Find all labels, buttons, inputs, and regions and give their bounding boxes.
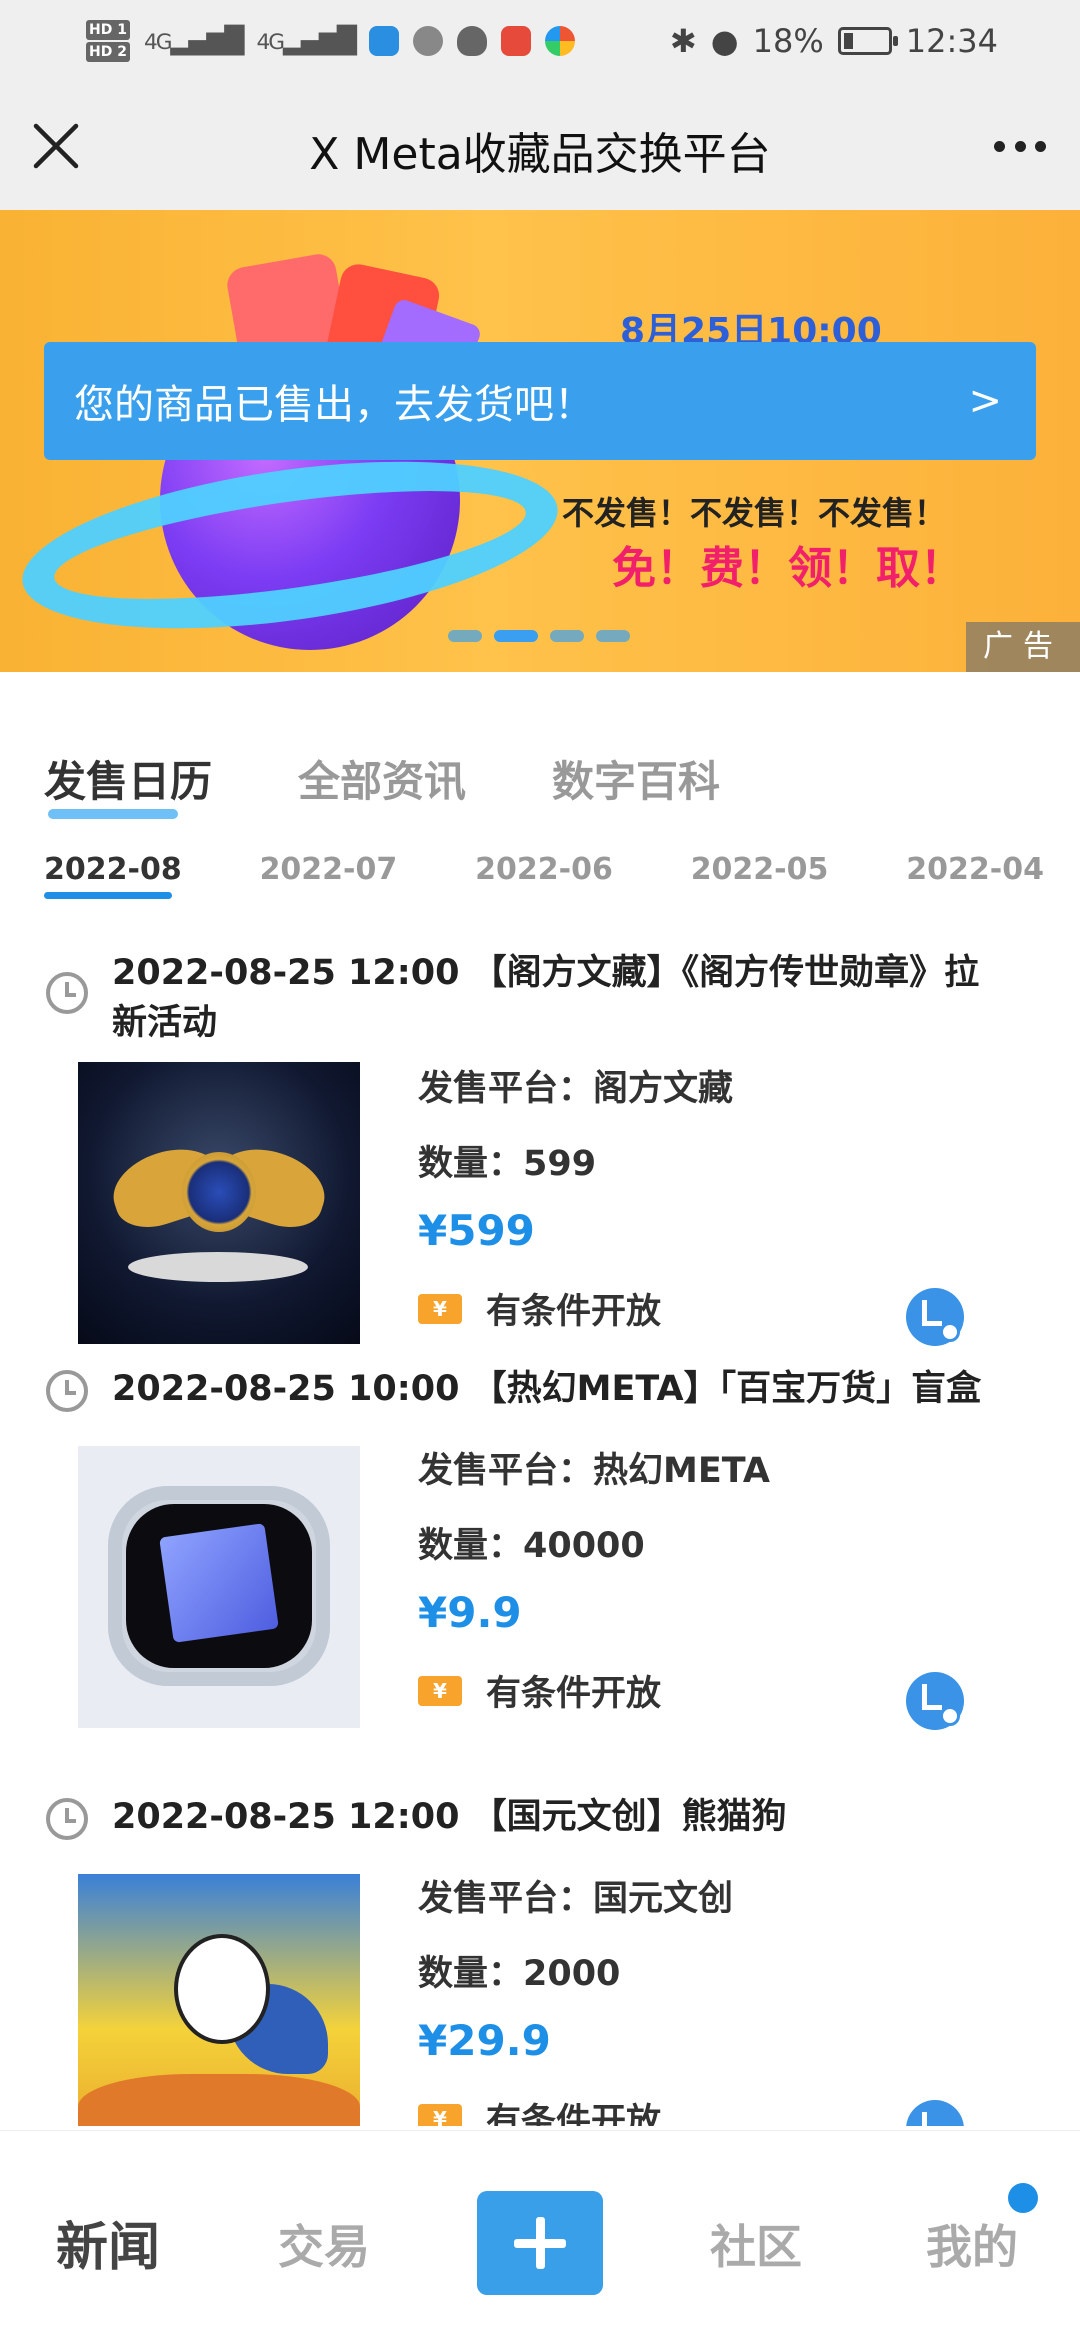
- item-info: 发售平台：国元文创 数量：2000 ¥29.9 ¥ 有条件开放: [418, 1870, 733, 2126]
- medal-shape: [182, 1152, 256, 1232]
- item-quantity: 数量：40000: [418, 1526, 645, 1566]
- item-info: 发售平台：热幻META 数量：40000 ¥9.9 ¥ 有条件开放: [418, 1442, 770, 1716]
- sold-notice-text: 您的商品已售出，去发货吧！: [74, 382, 594, 428]
- ad-label: 广告: [966, 622, 1080, 672]
- ticket-icon: ¥: [418, 1675, 462, 1706]
- hd1-label: HD 1: [86, 20, 130, 40]
- nav-trade[interactable]: 交易: [278, 2211, 370, 2277]
- tab-digital-wiki[interactable]: 数字百科: [552, 748, 720, 809]
- carousel-indicators: [448, 630, 630, 642]
- carousel-dot-active[interactable]: [494, 630, 538, 642]
- release-list: 2022-08-25 12:00 【阁方文藏】《阁方传世勋章》拉新活动 发售平台…: [0, 930, 1080, 2126]
- bottom-nav: 新闻 交易 社区 我的: [0, 2130, 1080, 2340]
- bluetooth-icon: ✱: [669, 22, 697, 60]
- title-bar: X Meta收藏品交换平台: [0, 82, 1080, 210]
- nav-community[interactable]: 社区: [710, 2211, 802, 2277]
- app-notification-icon: [369, 26, 400, 56]
- item-price: ¥599: [418, 1206, 535, 1255]
- banner-line-1: 不发售！不发售！不发售！: [562, 494, 947, 532]
- hd-indicators: HD 1 HD 2: [86, 19, 130, 63]
- item-quantity: 数量：599: [418, 1144, 597, 1184]
- hd2-label: HD 2: [86, 42, 130, 62]
- notification-dot: [1008, 2183, 1038, 2213]
- ticket-icon: ¥: [418, 1293, 462, 1324]
- clock-icon: [46, 972, 88, 1014]
- month-tab-2022-08[interactable]: 2022-08: [44, 852, 182, 899]
- carousel-dot[interactable]: [596, 630, 630, 642]
- item-price: ¥29.9: [418, 2016, 551, 2065]
- status-right: ✱ ● 18% 12:34: [670, 22, 998, 60]
- message-icon: [413, 26, 444, 56]
- condition-label: 有条件开放: [486, 1674, 662, 1714]
- signal-icon-1: 4G▂▄▆█: [143, 26, 245, 56]
- add-reminder-icon[interactable]: [906, 2100, 964, 2126]
- add-reminder-icon[interactable]: [906, 1288, 964, 1346]
- browser-icon: [545, 26, 576, 56]
- nav-news[interactable]: 新闻: [56, 2205, 160, 2280]
- clock-icon: [46, 1798, 88, 1840]
- item-platform: 发售平台：热幻META: [418, 1451, 770, 1491]
- category-tabs: 发售日历 全部资讯 数字百科: [44, 748, 720, 819]
- location-icon: ●: [710, 22, 739, 60]
- carousel-dot[interactable]: [550, 630, 584, 642]
- clock-icon: [46, 1370, 88, 1412]
- pedestal-shape: [128, 1252, 308, 1282]
- item-title: 2022-08-25 10:00 【热幻META】「百宝万货」盲盒: [112, 1369, 982, 1409]
- page-title: X Meta收藏品交换平台: [309, 129, 771, 180]
- banner-line-2: 免！费！领！取！: [612, 543, 964, 594]
- item-title: 2022-08-25 12:00 【阁方文藏】《阁方传世勋章》拉新活动: [112, 953, 980, 1043]
- add-reminder-icon[interactable]: [906, 1672, 964, 1730]
- item-price: ¥9.9: [418, 1588, 522, 1637]
- more-icon[interactable]: [990, 122, 1050, 170]
- ticket-icon: ¥: [418, 2103, 462, 2126]
- app-icon: [501, 26, 532, 56]
- battery-icon: [837, 27, 898, 55]
- signal-icon-2: 4G▂▄▆█: [256, 26, 358, 56]
- item-image[interactable]: [78, 1874, 360, 2126]
- item-image[interactable]: [78, 1062, 360, 1344]
- item-info: 发售平台：阁方文藏 数量：599 ¥599 ¥ 有条件开放: [418, 1060, 733, 1334]
- item-condition: ¥ 有条件开放: [418, 1665, 770, 1716]
- condition-label: 有条件开放: [486, 1292, 662, 1332]
- month-tabs: 2022-08 2022-07 2022-06 2022-05 2022-04: [44, 852, 1044, 899]
- noodle-bowl-shape: [78, 2074, 360, 2126]
- item-title: 2022-08-25 12:00 【国元文创】熊猫狗: [112, 1797, 787, 1837]
- promo-banner[interactable]: 8月25日10:00 您的商品已售出，去发货吧！ > 不发售！不发售！不发售！ …: [0, 210, 1080, 672]
- item-condition: ¥ 有条件开放: [418, 1283, 733, 1334]
- status-left: HD 1 HD 2 4G▂▄▆█ 4G▂▄▆█: [86, 19, 576, 63]
- qq-icon: [457, 26, 488, 56]
- month-tab-2022-06[interactable]: 2022-06: [475, 852, 613, 887]
- month-tab-2022-07[interactable]: 2022-07: [260, 852, 398, 887]
- add-icon[interactable]: [477, 2191, 603, 2295]
- chevron-right-icon: >: [968, 378, 1002, 424]
- tab-release-calendar[interactable]: 发售日历: [44, 748, 212, 819]
- status-bar: HD 1 HD 2 4G▂▄▆█ 4G▂▄▆█ ✱ ● 18% 12:34: [0, 0, 1080, 82]
- month-tab-2022-04[interactable]: 2022-04: [906, 852, 1044, 887]
- tab-all-news[interactable]: 全部资讯: [298, 748, 466, 809]
- battery-percent: 18%: [752, 22, 824, 60]
- crystal-cube-shape: [159, 1523, 279, 1643]
- condition-label: 有条件开放: [486, 2102, 662, 2126]
- clock-time: 12:34: [905, 22, 998, 60]
- sold-notice-bar[interactable]: 您的商品已售出，去发货吧！ >: [44, 342, 1036, 460]
- nav-mine[interactable]: 我的: [926, 2211, 1018, 2277]
- item-image[interactable]: [78, 1446, 360, 1728]
- item-platform: 发售平台：阁方文藏: [418, 1069, 734, 1109]
- item-condition: ¥ 有条件开放: [418, 2093, 733, 2126]
- panda-shape: [174, 1934, 270, 2044]
- carousel-dot[interactable]: [448, 630, 482, 642]
- month-tab-2022-05[interactable]: 2022-05: [691, 852, 829, 887]
- item-quantity: 数量：2000: [418, 1954, 621, 1994]
- item-platform: 发售平台：国元文创: [418, 1879, 734, 1919]
